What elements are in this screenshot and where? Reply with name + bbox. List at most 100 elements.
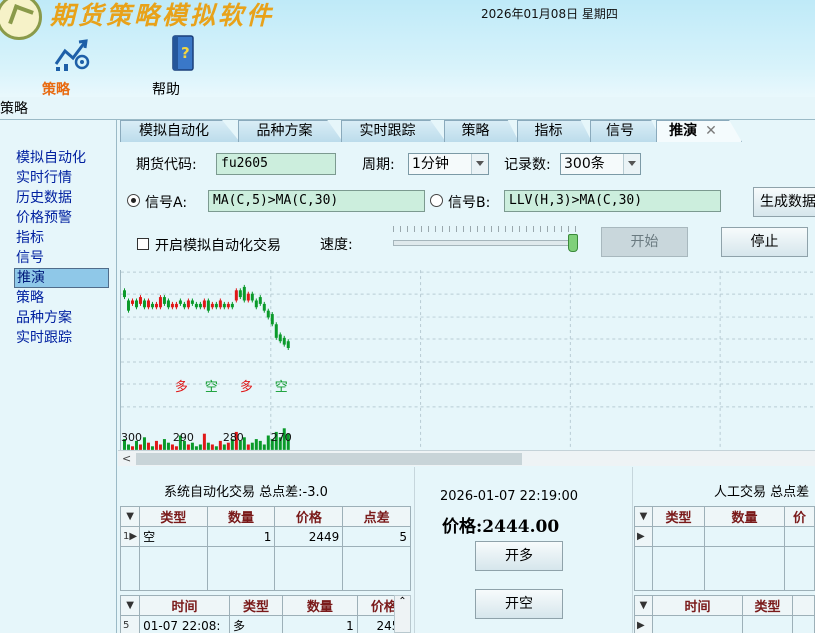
start-button[interactable]: 开始 bbox=[601, 227, 688, 257]
record-count-label: 记录数: bbox=[504, 157, 551, 173]
signal-b-radio[interactable] bbox=[430, 194, 443, 207]
volume-bar bbox=[254, 439, 258, 450]
module-tab-strategy[interactable]: 策略 bbox=[0, 98, 30, 120]
strategy-chart-icon bbox=[54, 39, 90, 71]
tab-variety-plan[interactable]: 品种方案 bbox=[238, 120, 343, 142]
scroll-left-icon[interactable]: < bbox=[122, 452, 131, 465]
candle-body bbox=[234, 290, 238, 301]
column-header[interactable]: 数量 bbox=[282, 595, 358, 616]
candle-body bbox=[222, 303, 226, 308]
cell-diff[interactable]: 5 bbox=[342, 526, 411, 547]
close-icon[interactable]: ✕ bbox=[705, 123, 717, 139]
scroll-thumb[interactable] bbox=[136, 453, 522, 465]
toolbar-help-label: 帮助 bbox=[152, 82, 180, 98]
column-header[interactable]: 时间 bbox=[652, 595, 743, 616]
column-header[interactable]: 数量 bbox=[206, 506, 276, 527]
volume-tick-label: 300 bbox=[121, 431, 142, 444]
sidebar-item[interactable]: 品种方案 bbox=[14, 308, 109, 328]
candle-body bbox=[166, 300, 170, 308]
open-long-button[interactable]: 开多 bbox=[475, 541, 563, 571]
cell-qty[interactable]: 1 bbox=[282, 615, 358, 633]
column-header[interactable]: 点差 bbox=[342, 506, 411, 527]
signal-a-radio[interactable] bbox=[127, 194, 140, 207]
signal-b-input[interactable]: LLV(H,3)>MA(C,30) bbox=[504, 190, 721, 212]
record-count-select[interactable]: 300条 bbox=[560, 153, 641, 175]
cell-type[interactable]: 多 bbox=[228, 615, 284, 633]
chart-horizontal-scrollbar[interactable]: < bbox=[118, 450, 815, 466]
cell-time[interactable]: 01-07 22:08: bbox=[139, 615, 230, 633]
column-header[interactable]: 类型 bbox=[228, 595, 284, 616]
candle-body bbox=[174, 303, 178, 308]
column-header[interactable]: 类型 bbox=[742, 595, 793, 616]
tab-label: 信号 bbox=[606, 123, 634, 139]
candle-body bbox=[150, 303, 154, 308]
tab-indicator[interactable]: 指标 bbox=[517, 120, 592, 142]
cell-price[interactable]: 2449 bbox=[274, 526, 344, 547]
row-indicator-icon: ▶ bbox=[634, 615, 653, 633]
candle-body bbox=[238, 290, 242, 298]
candle-body bbox=[186, 300, 190, 308]
sidebar-item[interactable]: 价格预警 bbox=[14, 208, 109, 228]
sidebar-item[interactable]: 实时跟踪 bbox=[14, 328, 109, 348]
speed-label: 速度: bbox=[320, 237, 353, 253]
candle-body bbox=[154, 303, 158, 308]
tab-simulation-automation[interactable]: 模拟自动化 bbox=[120, 120, 240, 142]
tab-label: 模拟自动化 bbox=[139, 123, 209, 139]
table-row[interactable]: 1▶ 空 1 2449 5 bbox=[119, 526, 411, 547]
tab-signal[interactable]: 信号 bbox=[590, 120, 662, 142]
candle-body bbox=[198, 303, 202, 308]
manual-position-table: ▼ 类型 数量 价 ▶ bbox=[634, 506, 815, 591]
table-row[interactable]: ▶ bbox=[634, 615, 815, 633]
speed-slider-thumb[interactable] bbox=[568, 234, 578, 252]
sidebar-item[interactable]: 历史数据 bbox=[14, 188, 109, 208]
current-date: 2026年01月08日 星期四 bbox=[481, 7, 618, 21]
sidebar-item[interactable]: 策略 bbox=[14, 288, 109, 308]
signal-a-input[interactable]: MA(C,5)>MA(C,30) bbox=[208, 190, 425, 212]
futures-code-input[interactable]: fu2605 bbox=[216, 153, 336, 175]
toolbar-strategy-label: 策略 bbox=[42, 82, 70, 98]
panel-divider bbox=[414, 467, 415, 633]
tab-deduction[interactable]: 推演 ✕ bbox=[656, 120, 742, 142]
column-header[interactable]: 时间 bbox=[139, 595, 230, 616]
candle-body bbox=[210, 303, 214, 308]
tab-label: 品种方案 bbox=[256, 123, 313, 139]
sidebar-item[interactable]: 信号 bbox=[14, 248, 109, 268]
toolbar-strategy-button[interactable]: 策略 bbox=[42, 34, 102, 98]
toolbar-help-button[interactable]: ? 帮助 bbox=[152, 34, 212, 98]
row-index: 5 bbox=[119, 615, 141, 633]
cell-qty[interactable]: 1 bbox=[206, 526, 276, 547]
sidebar-item[interactable]: 模拟自动化 bbox=[14, 148, 109, 168]
stop-button[interactable]: 停止 bbox=[721, 227, 808, 257]
history-scroll-up-icon[interactable]: ⌃ bbox=[394, 595, 411, 633]
speed-slider[interactable] bbox=[393, 240, 577, 246]
signal-label: 空 bbox=[205, 380, 218, 395]
row-indicator-icon: ▶ bbox=[634, 526, 653, 547]
column-header[interactable]: 类型 bbox=[139, 506, 208, 527]
signal-a-label: 信号A: bbox=[145, 195, 188, 211]
column-header[interactable]: 数量 bbox=[704, 506, 785, 527]
candle-body bbox=[206, 300, 210, 311]
period-select[interactable]: 1分钟 bbox=[408, 153, 489, 175]
tab-strategy[interactable]: 策略 bbox=[444, 120, 519, 142]
sidebar-item[interactable]: 推演 bbox=[14, 268, 109, 288]
table-row[interactable]: 5 01-07 22:08: 多 1 2453 bbox=[119, 615, 412, 633]
app-header: 期货策略模拟软件 2026年01月08日 星期四 策略 ? 帮助 bbox=[0, 0, 815, 98]
candle-body bbox=[282, 337, 286, 345]
column-header[interactable]: 类型 bbox=[652, 506, 705, 527]
candle-body bbox=[250, 293, 254, 301]
candle-body bbox=[178, 300, 182, 304]
auto-trade-checkbox[interactable] bbox=[137, 238, 149, 250]
manual-history-table: ▼ 时间 类型 ▶ bbox=[634, 595, 815, 633]
column-header[interactable]: 价格 bbox=[274, 506, 344, 527]
candle-body bbox=[242, 286, 246, 301]
tab-realtime-tracking[interactable]: 实时跟踪 bbox=[341, 120, 446, 142]
sidebar-item[interactable]: 指标 bbox=[14, 228, 109, 248]
cell-type[interactable]: 空 bbox=[139, 526, 208, 547]
candle-body bbox=[230, 303, 234, 308]
signal-label: 多 bbox=[175, 379, 188, 395]
table-row[interactable]: ▶ bbox=[634, 526, 815, 547]
generate-data-button[interactable]: 生成数据 bbox=[753, 187, 815, 217]
column-header[interactable]: 价 bbox=[784, 506, 815, 527]
open-short-button[interactable]: 开空 bbox=[475, 589, 563, 619]
sidebar-item[interactable]: 实时行情 bbox=[14, 168, 109, 188]
